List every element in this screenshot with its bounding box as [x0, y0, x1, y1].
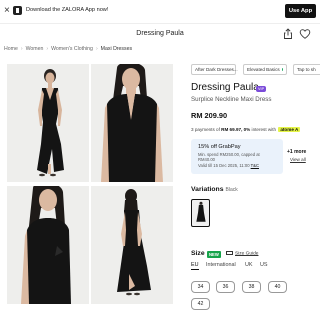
chip-after-dark-dresses[interactable]: After Dark Dresses...	[191, 64, 238, 75]
breadcrumb-item-home[interactable]: Home	[4, 46, 18, 52]
size-option-34[interactable]: 34	[191, 281, 210, 293]
chevron-right-icon: ›	[95, 46, 98, 52]
installment-prefix: 3 payments of	[191, 127, 222, 132]
share-icon[interactable]	[282, 28, 294, 40]
product-image-side[interactable]	[7, 186, 89, 304]
installment-suffix: interest with	[250, 127, 277, 132]
chip-label: Tap to sh	[297, 67, 316, 72]
breadcrumb: Home › Women › Women's Clothing › Maxi Dresses	[4, 46, 132, 52]
variations-label: Variations	[191, 186, 224, 193]
page-title: Dressing Paula	[136, 30, 184, 37]
variations-heading: Variations Black	[191, 186, 238, 193]
status-dot-icon	[281, 68, 283, 71]
selected-variation: Black	[225, 187, 238, 193]
use-app-button[interactable]: Use App	[285, 4, 316, 18]
promo-cap: RM40.00	[198, 157, 215, 163]
close-icon[interactable]: ×	[4, 6, 10, 16]
product-image-front[interactable]	[7, 64, 89, 182]
tab-eu[interactable]: EU	[191, 262, 199, 270]
installment-info: 3 payments of RM 69.97, 0% interest with…	[191, 127, 301, 132]
size-option-38[interactable]: 38	[242, 281, 261, 293]
product-brand[interactable]: Dressing Paula	[191, 82, 259, 93]
product-image-closeup[interactable]	[91, 64, 173, 182]
product-image-back[interactable]	[91, 186, 173, 304]
chip-label: After Dark Dresses...	[195, 67, 238, 72]
product-price: RM 209.90	[191, 111, 228, 120]
size-guide-link[interactable]: Size Guide	[226, 251, 258, 256]
zalora-logo-icon	[13, 6, 22, 15]
size-option-40[interactable]: 40	[268, 281, 287, 293]
size-guide-label: Size Guide	[235, 251, 259, 257]
promo-min-spend: Min. spend RM250.00, capped at	[198, 152, 260, 157]
promo-tnc-link[interactable]: T&C	[251, 163, 259, 168]
vip-badge: VIP	[256, 86, 267, 92]
chip-elevated-basics[interactable]: Elevated Basics	[243, 64, 287, 75]
installment-amount: RM 69.97	[221, 127, 242, 132]
chevron-right-icon: ›	[46, 46, 49, 52]
tab-us[interactable]: US	[260, 262, 268, 268]
installment-rate: , 0%	[241, 127, 251, 132]
page-header: Dressing Paula	[0, 25, 320, 43]
atome-logo: atome A	[278, 127, 301, 132]
promo-title: 15% off GrabPay	[198, 144, 241, 150]
chip-tap-to-shop[interactable]: Tap to sh	[293, 64, 320, 75]
more-promos-count: +1 more	[287, 149, 307, 155]
app-download-banner: × Download the ZALORA App now! Use App	[0, 0, 320, 24]
breadcrumb-item-womens-clothing[interactable]: Women's Clothing	[51, 46, 93, 52]
new-badge: NEW	[207, 251, 221, 258]
product-name: Surplice Neckline Maxi Dress	[191, 96, 272, 103]
promo-card[interactable]: 15% off GrabPay Min. spend RM250.00, cap…	[191, 139, 283, 174]
breadcrumb-item-maxi-dresses[interactable]: Maxi Dresses	[101, 46, 132, 52]
view-all-promos-link[interactable]: View all	[290, 157, 306, 162]
chevron-right-icon: ›	[20, 46, 23, 52]
promo-validity: Valid till 15 Dec 2025, 11:00	[198, 162, 250, 168]
size-option-42[interactable]: 42	[191, 298, 210, 310]
promo-description: Min. spend RM250.00, capped at RM40.00 V…	[198, 152, 278, 168]
tab-international[interactable]: International	[206, 262, 236, 268]
tab-uk[interactable]: UK	[245, 262, 253, 268]
size-option-36[interactable]: 36	[216, 281, 235, 293]
breadcrumb-item-women[interactable]: Women	[26, 46, 44, 52]
banner-text: Download the ZALORA App now!	[26, 7, 109, 13]
wishlist-heart-icon[interactable]	[299, 28, 311, 40]
ruler-icon	[226, 251, 233, 255]
variation-swatch-black[interactable]	[191, 199, 210, 227]
size-heading: Size	[191, 250, 205, 257]
chip-label: Elevated Basics	[247, 67, 280, 72]
